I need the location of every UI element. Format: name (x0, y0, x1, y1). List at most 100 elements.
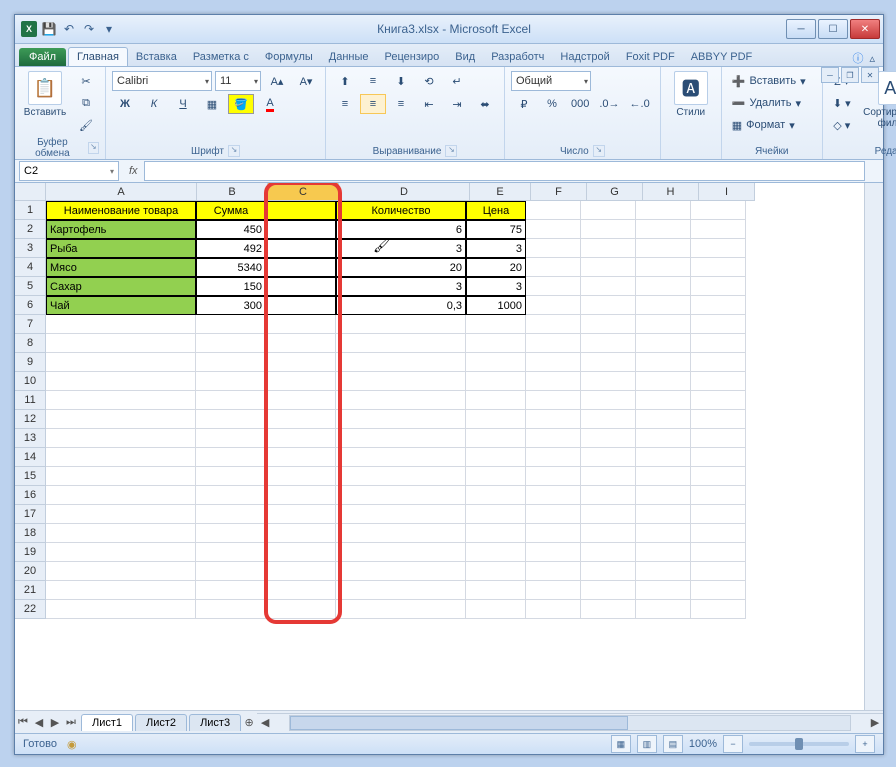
cell[interactable] (636, 524, 691, 543)
row-head[interactable]: 8 (15, 334, 46, 353)
cell[interactable] (581, 505, 636, 524)
cell[interactable] (266, 277, 336, 296)
cut-icon[interactable]: ✂ (73, 71, 99, 91)
font-name-select[interactable]: Calibri (112, 71, 212, 91)
cell[interactable]: Количество (336, 201, 466, 220)
cell[interactable] (581, 486, 636, 505)
cell[interactable] (691, 600, 746, 619)
spreadsheet-grid[interactable]: ABCDEFGHI 1Наименование товараСуммаКолич… (15, 183, 883, 710)
zoom-slider[interactable] (749, 742, 849, 746)
cell[interactable] (266, 581, 336, 600)
cell[interactable] (336, 505, 466, 524)
cell[interactable] (336, 467, 466, 486)
cell[interactable] (526, 581, 581, 600)
border-icon[interactable]: ▦ (199, 94, 225, 114)
cell[interactable] (196, 315, 266, 334)
cell[interactable] (691, 448, 746, 467)
cell[interactable] (46, 334, 196, 353)
cell[interactable] (526, 239, 581, 258)
workbook-minimize[interactable]: ─ (821, 67, 839, 83)
cell[interactable]: 150 (196, 277, 266, 296)
cell[interactable] (526, 467, 581, 486)
macro-record-icon[interactable]: ◉ (67, 738, 77, 751)
cell[interactable]: 5340 (196, 258, 266, 277)
tab-insert[interactable]: Вставка (128, 48, 185, 66)
cell[interactable] (196, 524, 266, 543)
cell[interactable]: Чай (46, 296, 196, 315)
cell[interactable] (196, 562, 266, 581)
cell[interactable] (336, 543, 466, 562)
cell[interactable] (46, 543, 196, 562)
cell[interactable] (526, 429, 581, 448)
cell[interactable] (581, 581, 636, 600)
cell[interactable] (636, 543, 691, 562)
cell[interactable]: Мясо (46, 258, 196, 277)
cell[interactable] (466, 410, 526, 429)
cell[interactable] (581, 277, 636, 296)
cell[interactable] (636, 372, 691, 391)
row-head[interactable]: 15 (15, 467, 46, 486)
cell[interactable]: 0,3 (336, 296, 466, 315)
sheet-tab-2[interactable]: Лист2 (135, 714, 187, 731)
cell[interactable] (466, 486, 526, 505)
cell[interactable] (691, 315, 746, 334)
decrease-decimal-icon[interactable]: ←.0 (626, 94, 654, 114)
cell[interactable] (526, 562, 581, 581)
cell[interactable] (581, 353, 636, 372)
cell[interactable] (266, 600, 336, 619)
row-head[interactable]: 10 (15, 372, 46, 391)
cell[interactable]: 450 (196, 220, 266, 239)
cell[interactable] (46, 562, 196, 581)
cell[interactable] (691, 524, 746, 543)
grow-font-icon[interactable]: A▴ (264, 71, 290, 91)
workbook-restore[interactable]: ❐ (841, 67, 859, 83)
cell[interactable] (46, 391, 196, 410)
cell[interactable] (636, 600, 691, 619)
cell[interactable] (581, 372, 636, 391)
cell[interactable] (466, 524, 526, 543)
number-dialog-icon[interactable]: ↘ (593, 145, 605, 157)
tab-developer[interactable]: Разработч (483, 48, 552, 66)
workbook-close[interactable]: ✕ (861, 67, 879, 83)
cell[interactable] (466, 429, 526, 448)
cell[interactable] (636, 239, 691, 258)
cell[interactable] (466, 315, 526, 334)
cell[interactable] (266, 258, 336, 277)
cell[interactable] (466, 353, 526, 372)
cell[interactable] (336, 372, 466, 391)
cell[interactable] (466, 581, 526, 600)
sheet-nav-first-icon[interactable]: ⏮ (15, 716, 31, 729)
tab-data[interactable]: Данные (321, 48, 377, 66)
cell[interactable] (46, 467, 196, 486)
cell[interactable] (266, 410, 336, 429)
sheet-nav-prev-icon[interactable]: ◀ (31, 716, 47, 729)
row-head[interactable]: 22 (15, 600, 46, 619)
cell[interactable] (266, 448, 336, 467)
cell[interactable]: 3 (466, 277, 526, 296)
sheet-tab-3[interactable]: Лист3 (189, 714, 241, 731)
cell[interactable] (526, 486, 581, 505)
cell[interactable] (691, 486, 746, 505)
cell[interactable]: 75 (466, 220, 526, 239)
row-head[interactable]: 9 (15, 353, 46, 372)
cell[interactable] (336, 315, 466, 334)
cell[interactable] (581, 220, 636, 239)
cell[interactable]: 6 (336, 220, 466, 239)
align-middle-icon[interactable]: ≡ (360, 71, 386, 91)
cell[interactable] (691, 562, 746, 581)
cell[interactable] (336, 353, 466, 372)
cell[interactable] (336, 486, 466, 505)
cell[interactable] (636, 562, 691, 581)
cell[interactable] (466, 543, 526, 562)
new-sheet-icon[interactable]: ⊕ (241, 716, 257, 729)
cell[interactable] (266, 315, 336, 334)
shrink-font-icon[interactable]: A▾ (293, 71, 319, 91)
cell[interactable] (636, 391, 691, 410)
cell[interactable] (196, 467, 266, 486)
cell[interactable] (46, 600, 196, 619)
cell[interactable] (466, 448, 526, 467)
cell[interactable] (636, 258, 691, 277)
row-head[interactable]: 3 (15, 239, 46, 258)
cell[interactable]: Наименование товара (46, 201, 196, 220)
cell[interactable] (266, 372, 336, 391)
